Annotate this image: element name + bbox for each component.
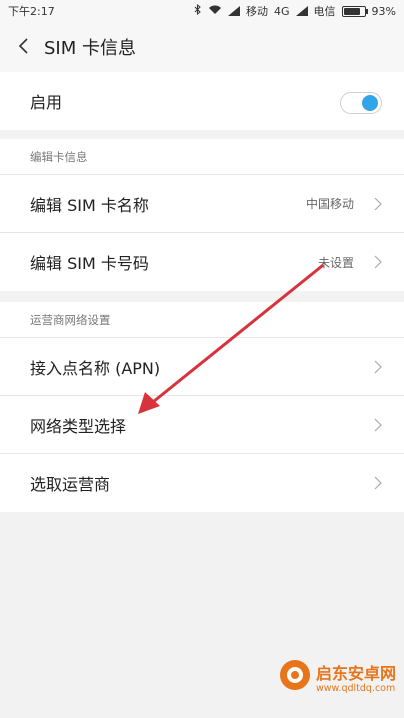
- watermark-url: www.qdltdq.com: [316, 683, 396, 694]
- watermark-logo-icon: [280, 660, 310, 690]
- watermark: 启东安卓网 www.qdltdq.com: [276, 650, 400, 712]
- watermark-text: 启东安卓网: [316, 664, 397, 683]
- annotation-arrow: [138, 264, 324, 414]
